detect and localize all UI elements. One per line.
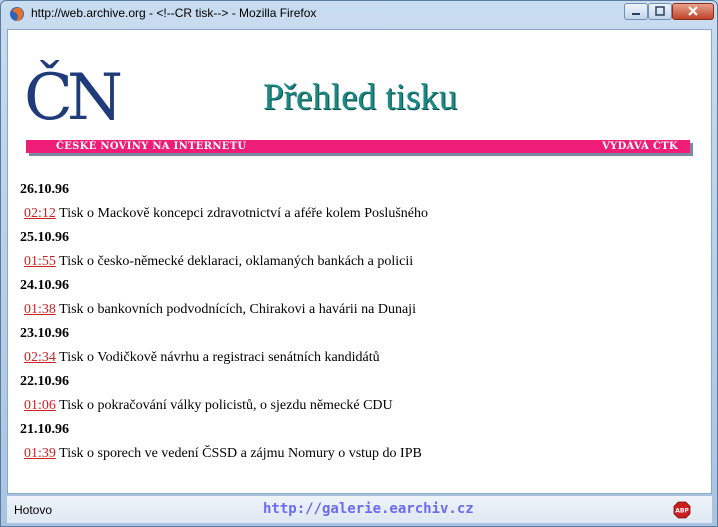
status-text: Hotovo bbox=[14, 503, 53, 517]
list-item: 02:12 Tisk o Mackově koncepci zdravotnic… bbox=[20, 202, 700, 226]
entry-date: 24.10.96 bbox=[20, 278, 69, 293]
watermark-text: http://galerie.earchiv.cz bbox=[263, 501, 474, 517]
entry-time-link[interactable]: 01:06 bbox=[24, 398, 56, 413]
entry-date: 22.10.96 bbox=[20, 374, 69, 389]
window-title: http://web.archive.org - <!--CR tisk--> … bbox=[31, 6, 317, 20]
cn-logo: ČN bbox=[24, 61, 134, 136]
entry-time-link[interactable]: 02:12 bbox=[24, 206, 56, 221]
entry-text: Tisk o sporech ve vedení ČSSD a zájmu No… bbox=[55, 446, 422, 461]
minimize-button[interactable] bbox=[624, 3, 648, 20]
press-review-list: 26.10.96 02:12 Tisk o Mackově koncepci z… bbox=[20, 178, 700, 466]
entry-date: 25.10.96 bbox=[20, 230, 69, 245]
banner-right-text: VYDÁVÁ ČTK bbox=[602, 141, 678, 152]
entry-time-link[interactable]: 02:34 bbox=[24, 350, 56, 365]
entry-text: Tisk o pokračování války policistů, o sj… bbox=[55, 398, 393, 413]
entry-time-link[interactable]: 01:38 bbox=[24, 302, 56, 317]
maximize-icon bbox=[655, 6, 665, 16]
entry-text: Tisk o Vodičkově návrhu a registraci sen… bbox=[55, 350, 380, 365]
logo-text: ČN bbox=[24, 61, 123, 135]
title-bar[interactable]: http://web.archive.org - <!--CR tisk--> … bbox=[1, 1, 717, 28]
list-item: 02:34 Tisk o Vodičkově návrhu a registra… bbox=[20, 346, 700, 370]
status-bar: Hotovo http://galerie.earchiv.cz ABP bbox=[7, 495, 712, 523]
page-viewport: ČN Přehled tisku ČESKÉ NOVINY NA INTERNE… bbox=[7, 29, 712, 494]
banner-left-text: ČESKÉ NOVINY NA INTERNETU bbox=[56, 141, 247, 152]
entry-time-link[interactable]: 01:55 bbox=[24, 254, 56, 269]
list-item: 01:55 Tisk o česko-německé deklaraci, ok… bbox=[20, 250, 700, 274]
entry-date: 21.10.96 bbox=[20, 422, 69, 437]
entry-text: Tisk o bankovních podvodnících, Chirakov… bbox=[55, 302, 416, 317]
banner-bar: ČESKÉ NOVINY NA INTERNETU VYDÁVÁ ČTK bbox=[26, 140, 690, 153]
list-item: 01:39 Tisk o sporech ve vedení ČSSD a zá… bbox=[20, 442, 700, 466]
page-title: Přehled tisku bbox=[263, 77, 458, 118]
minimize-icon bbox=[632, 13, 640, 15]
close-icon bbox=[688, 6, 698, 16]
entry-date: 23.10.96 bbox=[20, 326, 69, 341]
entry-date: 26.10.96 bbox=[20, 182, 69, 197]
maximize-button[interactable] bbox=[648, 3, 672, 20]
list-item: 01:38 Tisk o bankovních podvodnících, Ch… bbox=[20, 298, 700, 322]
adblock-plus-icon[interactable]: ABP bbox=[673, 501, 691, 519]
entry-time-link[interactable]: 01:39 bbox=[24, 446, 56, 461]
entry-text: Tisk o česko-německé deklaraci, oklamaný… bbox=[55, 254, 414, 269]
browser-window: http://web.archive.org - <!--CR tisk--> … bbox=[0, 0, 718, 527]
firefox-icon bbox=[10, 7, 24, 21]
entry-text: Tisk o Mackově koncepci zdravotnictví a … bbox=[55, 206, 428, 221]
close-button[interactable] bbox=[672, 3, 714, 20]
svg-text:ABP: ABP bbox=[675, 508, 689, 515]
list-item: 01:06 Tisk o pokračování války policistů… bbox=[20, 394, 700, 418]
